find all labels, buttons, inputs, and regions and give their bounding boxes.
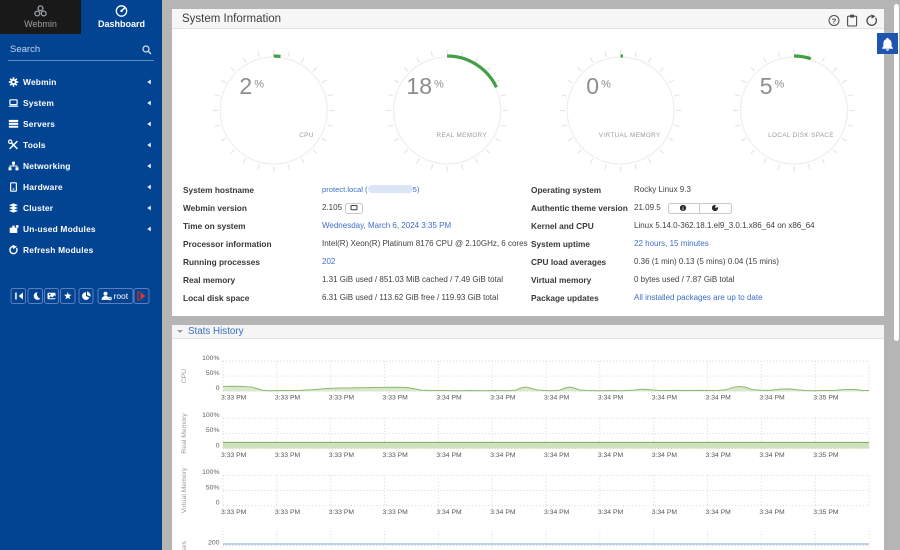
svg-text:50%: 50% [206,427,220,434]
svg-text:3:34 PM: 3:34 PM [544,395,570,402]
svg-text:0: 0 [216,500,220,507]
svg-text:3:34 PM: 3:34 PM [706,395,732,402]
svg-text:3:33 PM: 3:33 PM [275,452,301,459]
svg-text:root: root [114,291,129,301]
svg-text:VIRTUAL MEMORY: VIRTUAL MEMORY [599,132,661,139]
svg-text:3:34 PM: 3:34 PM [490,452,516,459]
svg-text:Real Memory: Real Memory [181,413,188,454]
svg-text:3:34 PM: 3:34 PM [490,395,516,402]
svg-text:Virtual Memory: Virtual Memory [181,467,188,513]
svg-text:0: 0 [216,442,220,449]
svg-text:3:33 PM: 3:33 PM [383,395,409,402]
svg-text:3:35 PM: 3:35 PM [813,395,839,402]
svg-text:3:34 PM: 3:34 PM [436,395,462,402]
svg-text:3:33 PM: 3:33 PM [329,452,355,459]
svg-text:3:34 PM: 3:34 PM [490,509,516,516]
svg-text:3:34 PM: 3:34 PM [706,452,732,459]
svg-text:100%: 100% [202,355,219,362]
svg-text:Processes: Processes [181,541,188,550]
svg-text:3:34 PM: 3:34 PM [652,395,678,402]
svg-text:0: 0 [216,385,220,392]
svg-text:3:33 PM: 3:33 PM [329,395,355,402]
svg-text:3:34 PM: 3:34 PM [436,452,462,459]
svg-text:3:34 PM: 3:34 PM [544,509,570,516]
svg-text:3:34 PM: 3:34 PM [652,452,678,459]
svg-text:200: 200 [208,539,220,546]
svg-text:3:34 PM: 3:34 PM [759,395,785,402]
svg-text:CPU: CPU [181,369,188,383]
svg-text:CPU: CPU [299,132,314,139]
svg-text:50%: 50% [206,484,220,491]
svg-text:3:35 PM: 3:35 PM [813,509,839,516]
svg-text:3:34 PM: 3:34 PM [544,452,570,459]
svg-text:3:34 PM: 3:34 PM [436,509,462,516]
svg-text:3:33 PM: 3:33 PM [275,395,301,402]
svg-text:3:34 PM: 3:34 PM [759,509,785,516]
svg-text:3:35 PM: 3:35 PM [813,452,839,459]
svg-text:3:34 PM: 3:34 PM [598,395,624,402]
svg-text:3:33 PM: 3:33 PM [221,452,247,459]
svg-text:3:34 PM: 3:34 PM [652,509,678,516]
svg-text:3:33 PM: 3:33 PM [329,509,355,516]
svg-text:3:33 PM: 3:33 PM [275,509,301,516]
svg-text:50%: 50% [206,370,220,377]
svg-text:100%: 100% [202,412,219,419]
svg-text:3:33 PM: 3:33 PM [383,452,409,459]
svg-text:?: ? [832,16,837,25]
svg-text:100%: 100% [202,469,219,476]
svg-text:3:34 PM: 3:34 PM [706,509,732,516]
svg-text:3:34 PM: 3:34 PM [598,509,624,516]
svg-text:LOCAL DISK SPACE: LOCAL DISK SPACE [768,132,834,139]
svg-text:3:33 PM: 3:33 PM [221,395,247,402]
svg-text:3:34 PM: 3:34 PM [759,452,785,459]
svg-text:3:34 PM: 3:34 PM [598,452,624,459]
svg-text:REAL MEMORY: REAL MEMORY [437,132,488,139]
svg-text:3:33 PM: 3:33 PM [221,509,247,516]
svg-text:3:33 PM: 3:33 PM [383,509,409,516]
